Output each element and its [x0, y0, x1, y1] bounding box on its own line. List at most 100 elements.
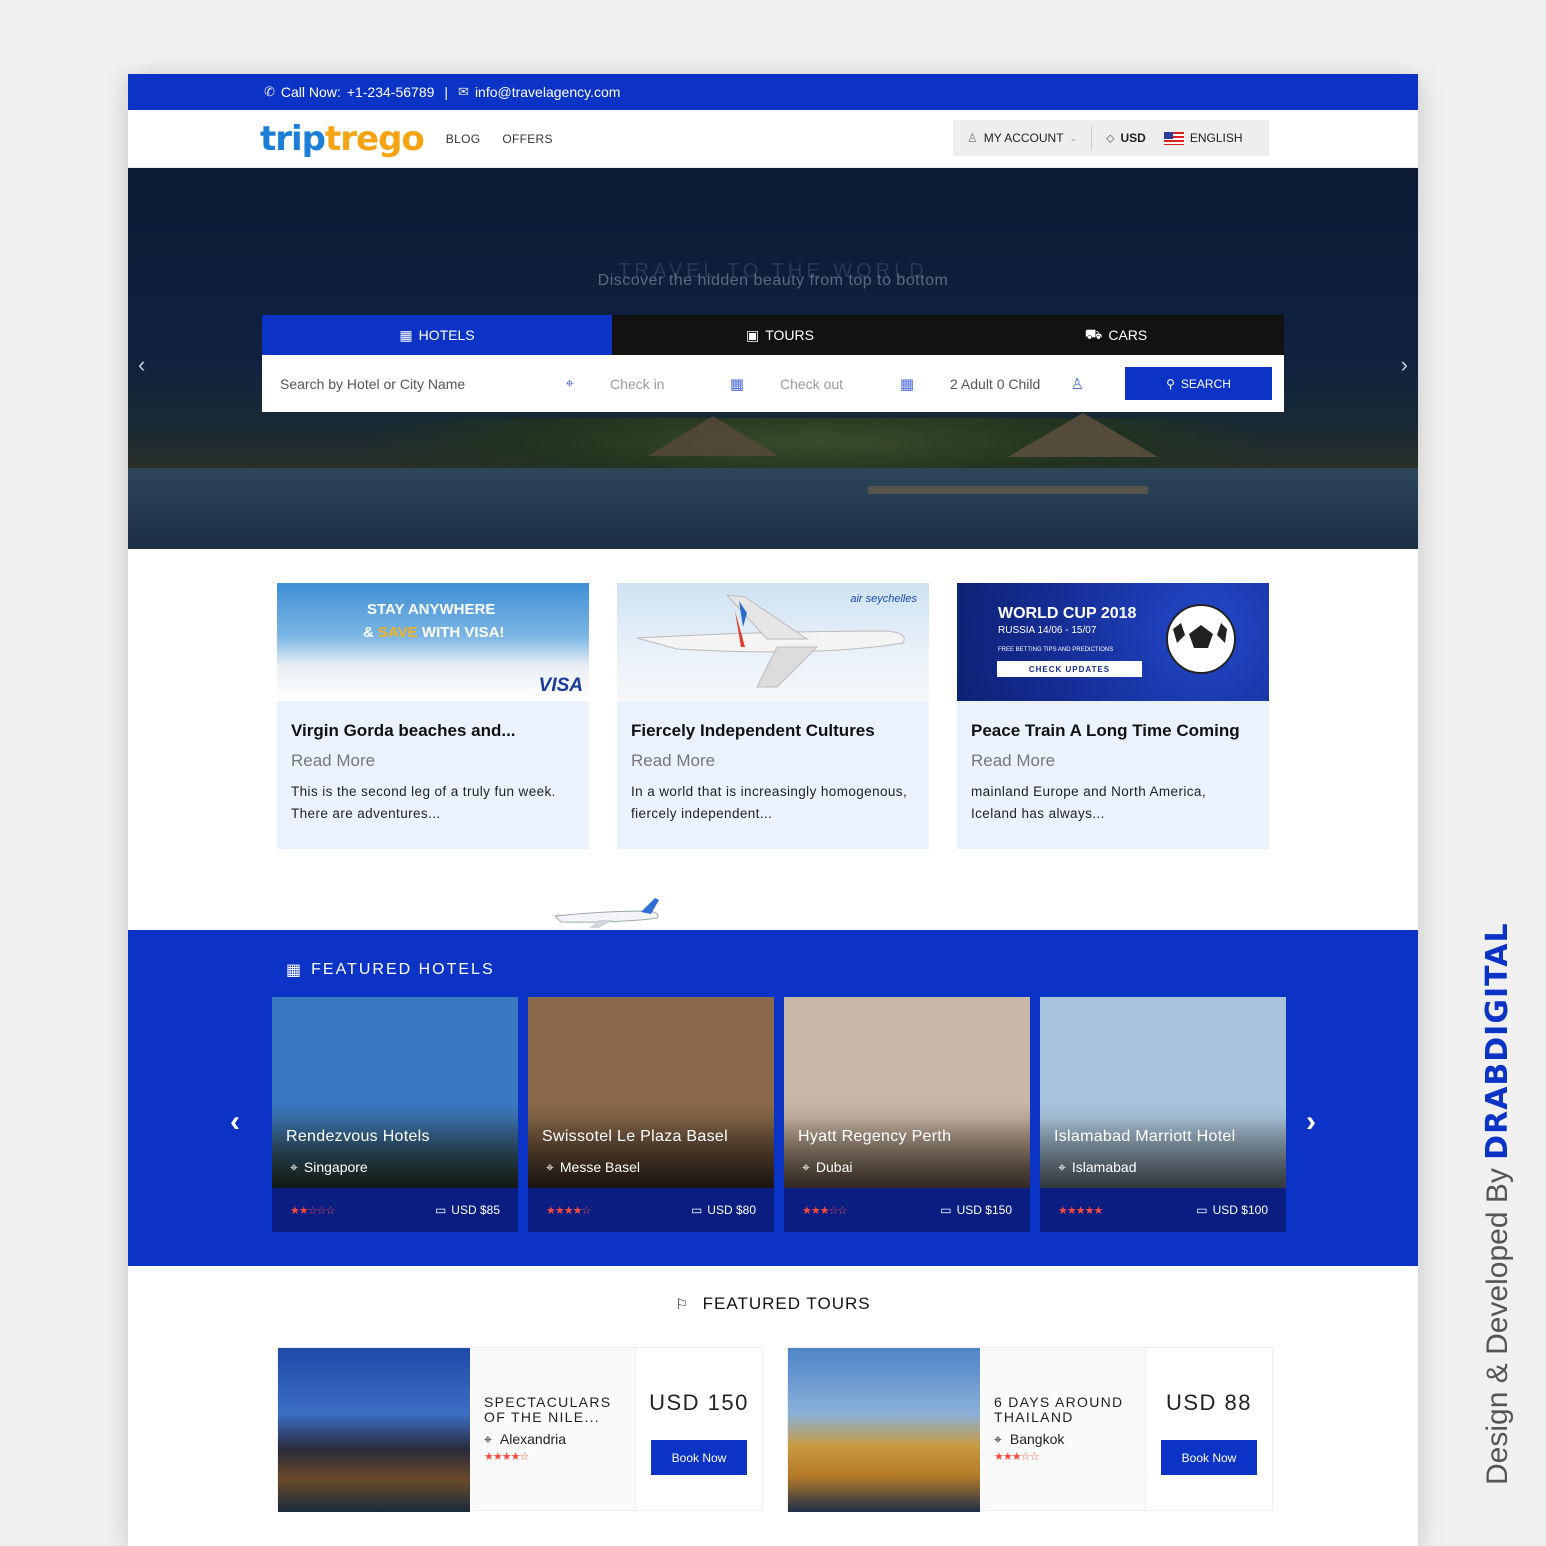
hotel-price: ▭ USD $150	[940, 1203, 1012, 1217]
search-button-label: SEARCH	[1180, 376, 1231, 391]
price-tag-icon: ▭	[434, 1203, 447, 1217]
building-icon: ▦	[399, 326, 413, 343]
promo-text: mainland Europe and North America, Icela…	[971, 784, 1206, 821]
hotel-name[interactable]: Rendezvous Hotels	[286, 1128, 430, 1146]
airplane-icon	[553, 898, 659, 928]
banner-line2: RUSSIA 14/06 - 15/07	[998, 625, 1097, 636]
featured-hotels-label: FEATURED HOTELS	[311, 961, 495, 978]
book-now-button[interactable]: Book Now	[1161, 1440, 1257, 1475]
hero-subtitle: Discover the hidden beauty from top to b…	[597, 272, 949, 289]
tour-location-label: Alexandria	[499, 1431, 567, 1447]
hero-next-arrow-icon[interactable]: ›	[1401, 352, 1408, 378]
hotel-location-label: Islamabad	[1071, 1159, 1137, 1175]
hotels-prev-arrow-icon[interactable]: ‹	[230, 1105, 240, 1139]
language-label: ENGLISH	[1189, 131, 1243, 145]
hiker-icon: ⚐	[675, 1296, 689, 1312]
airline-logo: air seychelles	[850, 593, 917, 605]
hotel-image: Hyatt Regency Perth ⌖ Dubai	[784, 997, 1030, 1188]
checkout-field[interactable]: Check out ▦	[762, 355, 932, 412]
tour-name[interactable]: SPECTACULARS OF THE NILE...	[484, 1395, 635, 1425]
tour-card[interactable]: 6 DAYS AROUND THAILAND ⌖ Bangkok ★★★☆☆ USD 8…	[787, 1347, 1273, 1512]
language-selector[interactable]: ENGLISH	[1160, 131, 1257, 145]
designer-credit: Design & Developed By DRABDIGITAL	[1480, 922, 1515, 1485]
read-more-link[interactable]: Read More	[291, 751, 575, 771]
featured-tours-title: ⚐ FEATURED TOURS	[128, 1294, 1418, 1314]
hotel-card[interactable]: Islamabad Marriott Hotel ⌖ Islamabad ★★★★★ ▭…	[1040, 997, 1286, 1232]
phone-number[interactable]: +1-234-56789	[347, 84, 435, 100]
search-button[interactable]: ⚲ SEARCH	[1125, 367, 1272, 400]
rating-stars: ★★★☆☆	[802, 1204, 847, 1217]
featured-hotels-title: ▦ FEATURED HOTELS	[286, 960, 495, 980]
main-header: triptrego BLOG OFFERS ♙ MY ACCOUNT ⌄ ⬦ U…	[128, 110, 1418, 168]
hotels-next-arrow-icon[interactable]: ›	[1306, 1105, 1316, 1139]
map-pin-icon: ⌖	[565, 375, 574, 392]
promo-title[interactable]: Fiercely Independent Cultures	[631, 721, 915, 741]
hotel-price: ▭ USD $80	[691, 1203, 756, 1217]
my-account-dropdown[interactable]: ♙ MY ACCOUNT ⌄	[953, 131, 1091, 145]
promo-title[interactable]: Peace Train A Long Time Coming	[971, 721, 1255, 741]
checkin-field[interactable]: Check in ▦	[592, 355, 762, 412]
search-icon: ⚲	[1166, 376, 1175, 391]
banner-line2-text: WITH VISA!	[421, 624, 505, 641]
banner-line1: WORLD CUP 2018	[998, 605, 1137, 622]
tab-cars-label: CARS	[1108, 327, 1148, 343]
call-label: Call Now:	[280, 84, 341, 100]
logo[interactable]: triptrego	[260, 118, 425, 159]
promo-card[interactable]: STAY ANYWHERE & SAVE WITH VISA! VISA Vir…	[277, 583, 589, 849]
sea-image	[128, 468, 1418, 549]
hotel-name[interactable]: Islamabad Marriott Hotel	[1054, 1128, 1236, 1146]
destination-field[interactable]: Search by Hotel or City Name ⌖	[262, 355, 592, 412]
nav-offers[interactable]: OFFERS	[502, 132, 552, 146]
airplane-banner-image: air seychelles	[617, 583, 929, 701]
separator: |	[444, 84, 449, 100]
calendar-icon: ▦	[729, 375, 744, 393]
promo-title[interactable]: Virgin Gorda beaches and...	[291, 721, 575, 741]
my-account-label: MY ACCOUNT	[983, 131, 1064, 145]
guests-field[interactable]: 2 Adult 0 Child ♙	[932, 355, 1102, 412]
nav-blog[interactable]: BLOG	[446, 132, 481, 146]
banner-line3: FREE BETTING TIPS AND PREDICTIONS	[998, 647, 1114, 653]
promo-card[interactable]: WORLD CUP 2018 RUSSIA 14/06 - 15/07 FREE…	[957, 583, 1269, 849]
map-pin-icon: ⌖	[546, 1159, 554, 1175]
visa-banner-image: STAY ANYWHERE & SAVE WITH VISA! VISA	[277, 583, 589, 701]
hotel-name[interactable]: Swissotel Le Plaza Basel	[542, 1128, 728, 1146]
tour-name[interactable]: 6 DAYS AROUND THAILAND	[994, 1395, 1145, 1425]
hotel-card[interactable]: Swissotel Le Plaza Basel ⌖ Messe Basel ★★★★…	[528, 997, 774, 1232]
read-more-link[interactable]: Read More	[631, 751, 915, 771]
worldcup-banner-image: WORLD CUP 2018 RUSSIA 14/06 - 15/07 FREE…	[957, 583, 1269, 701]
check-updates-button[interactable]: CHECK UPDATES	[997, 661, 1142, 677]
hotel-price: ▭ USD $85	[435, 1203, 500, 1217]
map-pin-icon: ⌖	[802, 1159, 810, 1175]
hotel-name[interactable]: Hyatt Regency Perth	[798, 1128, 951, 1146]
tour-card[interactable]: SPECTACULARS OF THE NILE... ⌖ Alexandria ★★…	[277, 1347, 763, 1512]
hotel-location: ⌖ Singapore	[290, 1159, 368, 1176]
hotel-location-label: Dubai	[815, 1159, 853, 1175]
user-icon: ♙	[967, 131, 978, 145]
hotel-card[interactable]: Hyatt Regency Perth ⌖ Dubai ★★★☆☆ ▭ USD $150	[784, 997, 1030, 1232]
search-tabs: ▦ HOTELS ▣ TOURS ⛟ CARS	[262, 315, 1284, 355]
hotel-card[interactable]: Rendezvous Hotels ⌖ Singapore ★★☆☆☆ ▭ USD $85	[272, 997, 518, 1232]
currency-selector[interactable]: ⬦ USD	[1092, 131, 1160, 146]
account-bar: ♙ MY ACCOUNT ⌄ ⬦ USD ENGLISH	[953, 120, 1269, 156]
tab-tours[interactable]: ▣ TOURS	[612, 315, 948, 355]
tab-cars[interactable]: ⛟ CARS	[948, 315, 1284, 355]
email-link[interactable]: info@travelagency.com	[475, 84, 620, 100]
rating-stars: ★★☆☆☆	[290, 1204, 335, 1217]
hotel-price: ▭ USD $100	[1196, 1203, 1268, 1217]
read-more-link[interactable]: Read More	[971, 751, 1255, 771]
hotel-location: ⌖ Dubai	[802, 1159, 852, 1176]
dock-image	[868, 486, 1148, 494]
hero-prev-arrow-icon[interactable]: ‹	[138, 352, 145, 378]
chevron-down-icon: ⌄	[1069, 132, 1078, 143]
tab-hotels[interactable]: ▦ HOTELS	[262, 315, 612, 355]
tour-price-box: USD 150 Book Now	[635, 1348, 762, 1510]
hero-banner: TRAVEL TO THE WORLD Discover the hidden …	[128, 168, 1418, 549]
mail-icon: ✉	[458, 84, 469, 99]
book-now-button[interactable]: Book Now	[651, 1440, 747, 1475]
map-pin-icon: ⌖	[290, 1159, 298, 1175]
tour-info: 6 DAYS AROUND THAILAND ⌖ Bangkok ★★★☆☆	[980, 1348, 1145, 1510]
promo-card[interactable]: air seychelles Fiercely Independent Cult…	[617, 583, 929, 849]
person-icon: ♙	[1070, 375, 1084, 393]
banner-save: SAVE	[378, 624, 418, 641]
logo-trego: trego	[325, 118, 425, 159]
